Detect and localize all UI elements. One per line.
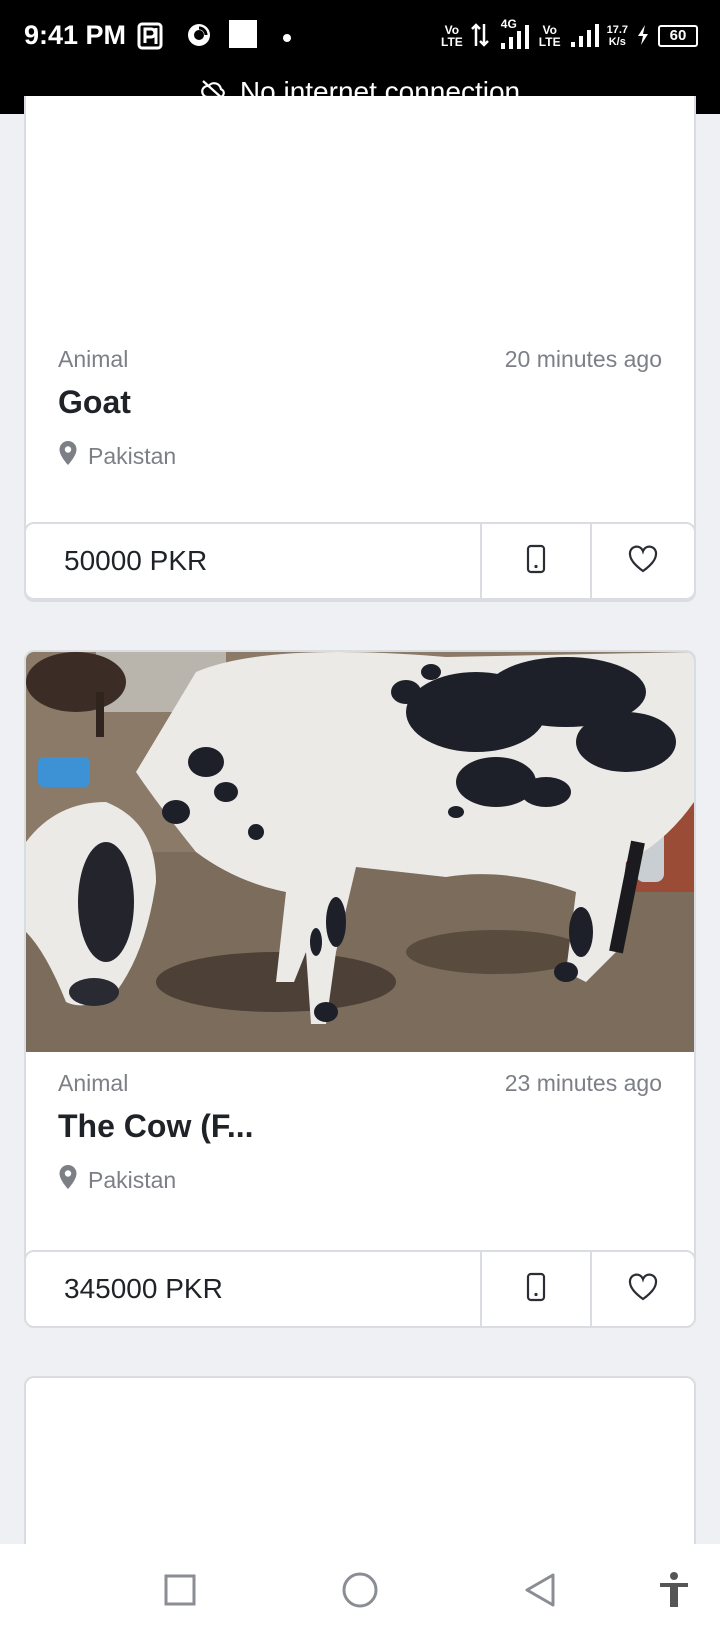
location-pin-icon xyxy=(58,440,78,472)
back-nav-icon xyxy=(523,1572,557,1613)
price-bar: 345000 PKR xyxy=(26,1250,694,1326)
accessibility-button[interactable] xyxy=(652,1570,696,1614)
listing-title[interactable]: Goat xyxy=(58,384,131,421)
listing-photo-cow[interactable] xyxy=(26,652,694,1052)
home-button[interactable] xyxy=(338,1570,382,1614)
heart-icon xyxy=(628,545,658,578)
volte-indicator-2: Vo LTE xyxy=(538,23,561,49)
location-pin-icon xyxy=(58,1164,78,1196)
parking-app-icon xyxy=(137,22,163,55)
volte-indicator: Vo LTE xyxy=(441,23,463,49)
status-time: 9:41 PM xyxy=(24,20,127,50)
favorite-button[interactable] xyxy=(590,1252,694,1326)
signal-4g-icon: 4G xyxy=(497,17,531,51)
recents-button[interactable] xyxy=(158,1570,202,1614)
listing-category: Animal xyxy=(58,1070,129,1096)
square-nav-icon xyxy=(163,1573,197,1612)
net-speed: 17.7 K/s xyxy=(606,24,628,48)
phone-icon xyxy=(526,544,546,579)
location-text: Pakistan xyxy=(88,1166,177,1193)
data-arrows-icon xyxy=(470,22,489,51)
phone-icon xyxy=(526,1272,546,1307)
listing-posted-time: 20 minutes ago xyxy=(504,346,662,372)
network-type-label: 4G xyxy=(500,17,517,31)
circle-nav-icon xyxy=(341,1571,379,1614)
notification-square-icon xyxy=(228,19,258,54)
listing-posted-time: 23 minutes ago xyxy=(504,1070,662,1096)
call-button[interactable] xyxy=(480,524,590,598)
sync-app-icon xyxy=(186,22,212,53)
listing-location: Pakistan xyxy=(58,440,176,472)
call-button[interactable] xyxy=(480,1252,590,1326)
favorite-button[interactable] xyxy=(590,524,694,598)
listing-category: Animal xyxy=(58,346,129,372)
listing-location: Pakistan xyxy=(58,1164,176,1196)
back-button[interactable] xyxy=(518,1570,562,1614)
listing-price: 50000 PKR xyxy=(64,545,208,576)
price-bar: 50000 PKR xyxy=(26,522,694,600)
more-dot-icon xyxy=(282,30,292,48)
charging-icon xyxy=(636,24,650,49)
listing-title[interactable]: The Cow (F... xyxy=(58,1108,254,1145)
battery-level: 60 xyxy=(658,25,698,47)
listing-price: 345000 PKR xyxy=(64,1273,223,1304)
location-text: Pakistan xyxy=(88,442,177,469)
listing-card-cow[interactable]: Animal 23 minutes ago The Cow (F... Paki… xyxy=(24,650,696,1328)
signal-icon xyxy=(569,22,599,51)
listing-card-goat[interactable]: Animal 20 minutes ago Goat Pakistan 5000… xyxy=(24,96,696,602)
accessibility-icon xyxy=(658,1571,690,1614)
system-nav-bar xyxy=(0,1544,720,1640)
heart-icon xyxy=(628,1273,658,1306)
